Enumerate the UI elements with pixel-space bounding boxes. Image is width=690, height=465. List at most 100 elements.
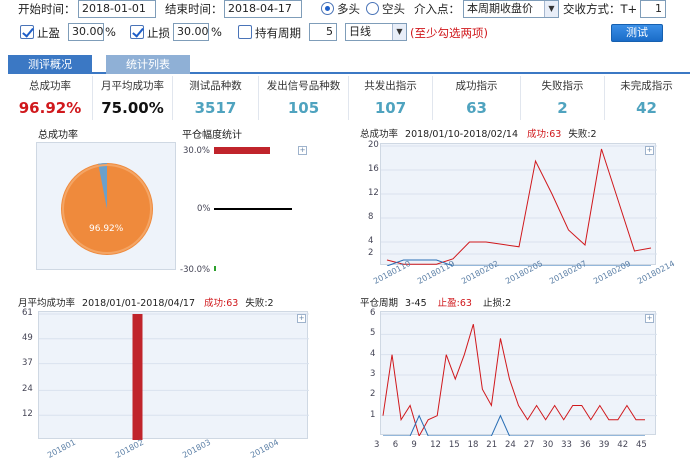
- entry-point-label: 介入点：: [414, 2, 460, 16]
- stat-label: 总成功率: [29, 80, 71, 92]
- dist-bar-positive: [214, 147, 270, 154]
- stat-success-signals: 成功指示 63: [432, 76, 520, 120]
- y-tick-label: 12: [22, 409, 33, 420]
- stat-tested-count: 测试品种数 3517: [172, 76, 258, 120]
- line2-title: 平仓周期: [360, 298, 399, 309]
- trade-mode-input[interactable]: 1: [640, 0, 666, 18]
- stop-profit-label: 止盈: [37, 26, 60, 40]
- y-tick-label: 3: [370, 369, 376, 379]
- x-tick-label: 30: [542, 440, 554, 450]
- stat-value: 105: [287, 99, 320, 117]
- short-label: 空头: [382, 2, 405, 16]
- entry-point-select[interactable]: 本周期收盘价 ▼: [463, 0, 559, 18]
- test-button[interactable]: 测试: [611, 24, 663, 42]
- y-tick-label: 24: [22, 384, 33, 395]
- y-tick-label: 12: [368, 188, 379, 198]
- stat-label: 失败指示: [541, 80, 584, 92]
- period-value: 日线: [349, 25, 371, 38]
- stat-label: 未完成指示: [620, 80, 673, 92]
- pie-value-label: 96.92%: [89, 224, 124, 234]
- y-tick-label: 4: [368, 236, 374, 246]
- x-tick-label: 42: [617, 440, 629, 450]
- y-tick-label: 6: [370, 308, 376, 318]
- x-tick-label: 201803: [181, 437, 213, 460]
- stop-profit-checkbox[interactable]: [20, 25, 34, 39]
- stat-total-signals: 共发出指示 107: [348, 76, 432, 120]
- expand-icon[interactable]: +: [645, 314, 654, 323]
- bar-success-legend: 成功:63: [204, 298, 239, 309]
- x-tick-label: 39: [598, 440, 610, 450]
- series-line: [386, 259, 651, 267]
- hold-period-input[interactable]: 5: [309, 23, 337, 41]
- dist-title: 平仓幅度统计: [182, 130, 242, 141]
- y-tick-label: 2: [370, 389, 376, 400]
- stat-fail-signals: 失败指示 2: [520, 76, 604, 120]
- dist-tick-top: 30.0%: [183, 146, 211, 156]
- x-tick-label: 201801: [46, 437, 78, 460]
- dist-zero-line: [214, 208, 292, 210]
- x-tick-label: 201802: [113, 437, 145, 460]
- stat-label: 发出信号品种数: [266, 80, 341, 92]
- x-tick-label: 201804: [248, 437, 280, 460]
- period-select[interactable]: 日线 ▼: [345, 23, 407, 41]
- y-tick-label: 16: [368, 164, 379, 174]
- series-line: [382, 324, 645, 438]
- y-tick-label: 20: [368, 140, 379, 150]
- short-radio[interactable]: [366, 2, 379, 15]
- expand-icon[interactable]: +: [298, 146, 307, 155]
- stat-label: 月平均成功率: [101, 80, 164, 92]
- y-tick-label: 2: [368, 248, 374, 258]
- stat-value: 2: [557, 99, 568, 117]
- line1-chart: [381, 145, 657, 267]
- stop-profit-percent: %: [105, 25, 116, 39]
- stat-value: 63: [466, 99, 487, 117]
- x-tick-label: 45: [636, 440, 647, 450]
- series-line: [383, 414, 645, 437]
- long-radio[interactable]: [321, 2, 334, 15]
- stat-value: 3517: [194, 99, 237, 117]
- stop-loss-checkbox[interactable]: [130, 25, 144, 39]
- chevron-down-icon: ▼: [544, 1, 558, 17]
- stat-label: 成功指示: [455, 80, 498, 92]
- stop-loss-percent: %: [211, 25, 222, 39]
- start-date-input[interactable]: 2018-01-01: [78, 0, 156, 18]
- line1-title: 总成功率: [360, 129, 399, 140]
- end-date-label: 结束时间：: [165, 2, 223, 16]
- end-date-input[interactable]: 2018-04-17: [224, 0, 302, 18]
- tab-overview[interactable]: 测评概况: [8, 55, 92, 74]
- hold-period-checkbox[interactable]: [238, 25, 252, 39]
- bar-fail-legend: 失败:2: [245, 298, 274, 309]
- pie-chart: 96.92%: [61, 162, 153, 255]
- stat-monthly-success: 月平均成功率 75.00%: [92, 76, 172, 120]
- stat-signal-count: 发出信号品种数 105: [258, 76, 348, 120]
- stop-loss-label: 止损: [147, 26, 170, 40]
- stat-label: 共发出指示: [364, 80, 417, 92]
- hint-text: (至少勾选两项): [410, 26, 488, 40]
- pie-title: 总成功率: [38, 130, 78, 141]
- expand-icon[interactable]: +: [645, 146, 654, 155]
- stop-profit-input[interactable]: 30.00: [68, 23, 104, 41]
- line2-header: 平仓周期 3-45 止盈:63 止损:2: [360, 295, 511, 309]
- tab-stat-list[interactable]: 统计列表: [106, 55, 190, 74]
- stat-value: 96.92%: [18, 99, 82, 117]
- tab-bar: 测评概况 统计列表: [8, 55, 690, 74]
- dist-panel: +: [214, 144, 308, 272]
- bar-range: 2018/01/01-2018/04/17: [82, 298, 195, 309]
- x-tick-label: 36: [579, 440, 591, 450]
- x-tick-label: 21: [486, 440, 498, 450]
- stat-total-success: 总成功率 96.92%: [8, 76, 92, 120]
- expand-icon[interactable]: +: [297, 314, 306, 323]
- dist-tick-bottom: -30.0%: [180, 265, 211, 275]
- bar-chart: [39, 313, 309, 440]
- bar: [132, 314, 143, 440]
- hold-period-label: 持有周期: [255, 26, 301, 40]
- line1-header: 总成功率 2018/01/10-2018/02/14 成功:63 失败:2: [360, 126, 597, 140]
- line1-success-legend: 成功:63: [527, 129, 562, 140]
- stat-value: 75.00%: [101, 99, 164, 117]
- x-tick-label: 6: [392, 440, 399, 450]
- line2-range: 3-45: [405, 298, 427, 309]
- stop-loss-input[interactable]: 30.00: [173, 23, 209, 41]
- y-tick-label: 5: [370, 328, 376, 339]
- dist-tick-zero: 0%: [197, 204, 211, 214]
- x-tick-label: 18: [467, 440, 479, 450]
